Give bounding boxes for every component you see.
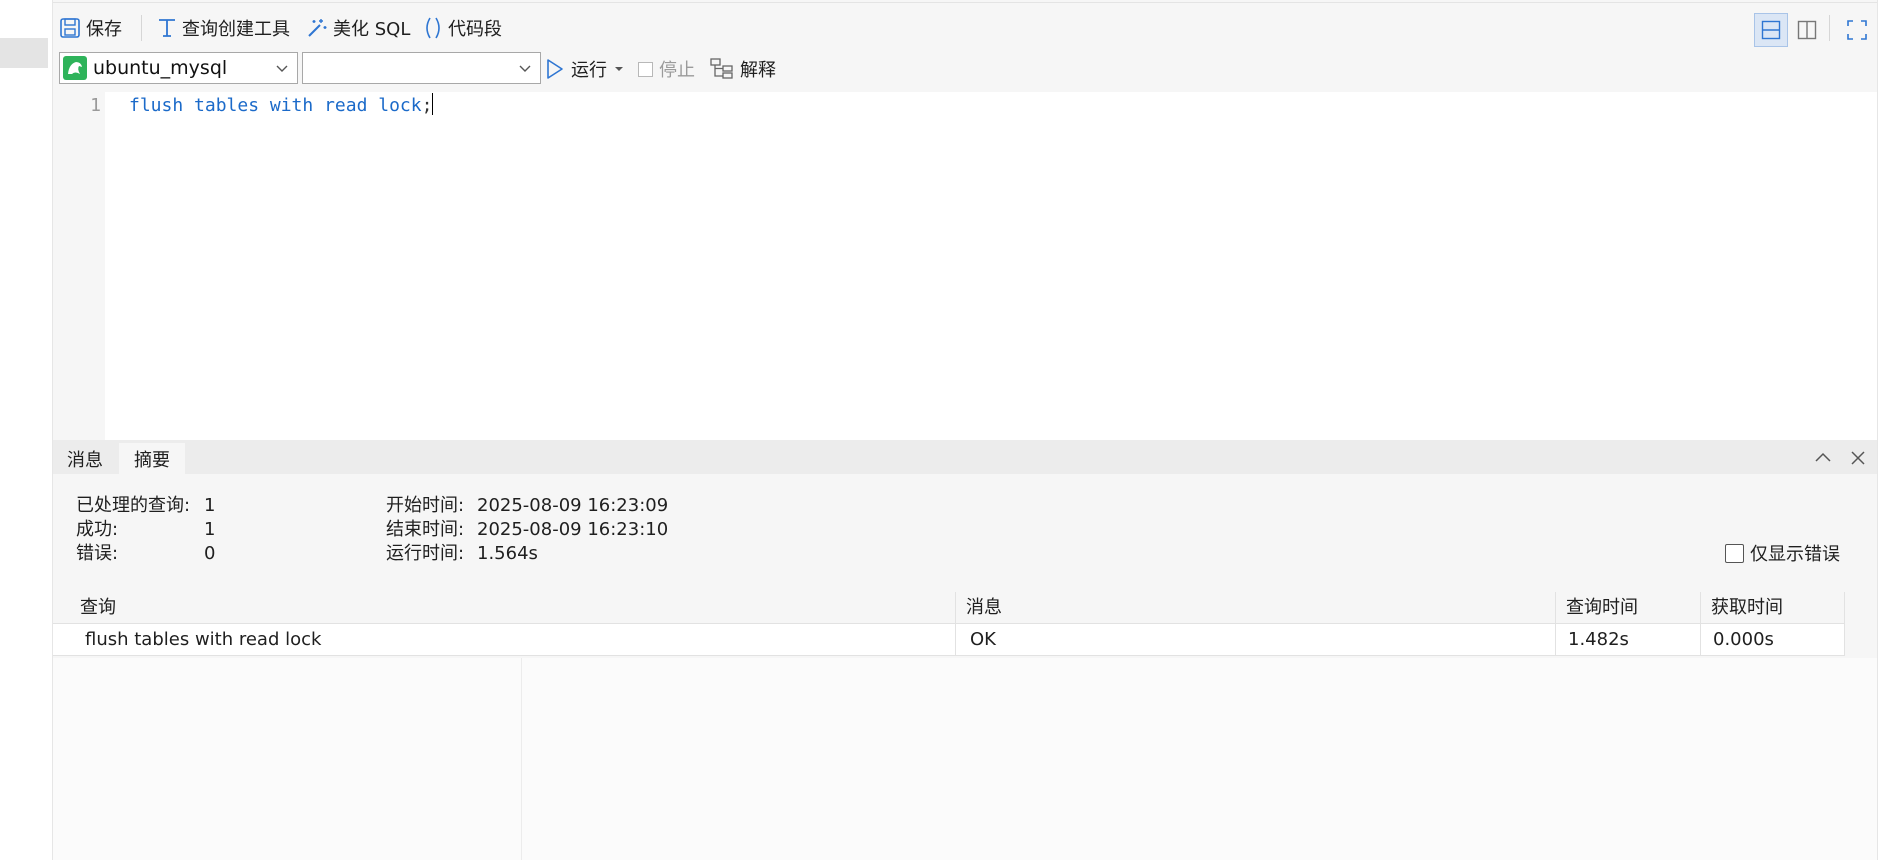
run-label: 运行 bbox=[571, 60, 607, 81]
play-icon bbox=[547, 59, 563, 79]
processed-queries-label: 已处理的查询: bbox=[76, 495, 191, 516]
column-header-query-time[interactable]: 查询时间 bbox=[1556, 592, 1701, 623]
connection-toolbar: ubuntu_mysql 运行 停止 解释 bbox=[53, 52, 1877, 90]
grid-empty-area bbox=[53, 658, 1877, 860]
beautify-sql-button[interactable]: 美化 SQL bbox=[306, 3, 410, 53]
magic-wand-icon bbox=[308, 19, 327, 37]
column-header-message[interactable]: 消息 bbox=[956, 592, 1556, 623]
line-number: 1 bbox=[90, 95, 101, 116]
save-label: 保存 bbox=[86, 19, 122, 40]
close-panel-icon[interactable] bbox=[1848, 448, 1868, 468]
toolbar-separator bbox=[141, 15, 142, 41]
query-builder-label: 查询创建工具 bbox=[182, 19, 290, 40]
sql-statement: flush tables with read lock bbox=[129, 95, 422, 116]
fullscreen-icon bbox=[1847, 20, 1867, 40]
end-time-value: 2025-08-09 16:23:10 bbox=[477, 519, 669, 540]
sidebar-selected-item[interactable] bbox=[0, 38, 48, 68]
tab-summary[interactable]: 摘要 bbox=[119, 443, 185, 474]
code-snippet-label: 代码段 bbox=[448, 19, 502, 40]
cell-query-time[interactable]: 1.482s bbox=[1556, 624, 1701, 655]
explain-tree-icon bbox=[710, 58, 733, 79]
database-select[interactable] bbox=[302, 52, 541, 84]
left-sidebar-strip bbox=[0, 0, 53, 860]
cell-fetch-time[interactable]: 0.000s bbox=[1701, 624, 1845, 655]
only-show-errors-label: 仅显示错误 bbox=[1750, 544, 1840, 565]
statement-terminator: ; bbox=[421, 95, 433, 116]
split-vertical-view-button[interactable] bbox=[1790, 13, 1824, 47]
grid-divider bbox=[521, 658, 522, 860]
start-time-label: 开始时间: bbox=[386, 495, 465, 516]
run-dropdown-arrow[interactable] bbox=[614, 52, 624, 86]
errors-value: 0 bbox=[204, 543, 216, 564]
summary-section: 已处理的查询: 1 成功: 1 错误: 0 开始时间: 2025-08-09 1… bbox=[53, 474, 1877, 586]
collapse-panel-icon[interactable] bbox=[1813, 448, 1833, 468]
summary-grid: 查询 消息 查询时间 获取时间 flush tables with read l… bbox=[53, 592, 1845, 656]
chevron-down-icon bbox=[276, 65, 288, 72]
split-horizontal-view-button[interactable] bbox=[1754, 13, 1788, 47]
runtime-value: 1.564s bbox=[477, 543, 538, 564]
beautify-sql-label: 美化 SQL bbox=[333, 19, 411, 40]
only-show-errors-toggle[interactable]: 仅显示错误 bbox=[1725, 540, 1840, 566]
code-line[interactable]: flush tables with read lock; bbox=[129, 92, 434, 120]
mysql-dolphin-icon bbox=[63, 56, 87, 80]
column-header-query[interactable]: 查询 bbox=[53, 592, 956, 623]
connection-select[interactable]: ubuntu_mysql bbox=[59, 52, 298, 84]
split-vertical-icon bbox=[1797, 20, 1817, 40]
split-horizontal-icon bbox=[1761, 20, 1781, 40]
query-editor-window: 保存 查询创建工具 美化 SQL 代码段 ubuntu_mysql 运行 停止 … bbox=[53, 0, 1877, 860]
main-toolbar: 保存 查询创建工具 美化 SQL 代码段 bbox=[53, 2, 1877, 53]
errors-label: 错误: bbox=[76, 543, 119, 564]
tab-messages[interactable]: 消息 bbox=[53, 443, 117, 474]
text-cursor bbox=[432, 93, 434, 115]
connection-value: ubuntu_mysql bbox=[93, 57, 228, 79]
toolbar-separator bbox=[1829, 15, 1830, 41]
start-time-value: 2025-08-09 16:23:09 bbox=[477, 495, 669, 516]
grid-header-row: 查询 消息 查询时间 获取时间 bbox=[53, 592, 1845, 624]
explain-button[interactable]: 解释 bbox=[710, 52, 776, 86]
parentheses-icon bbox=[426, 17, 440, 39]
caret-down-icon bbox=[615, 67, 623, 71]
success-value: 1 bbox=[204, 519, 216, 540]
end-time-label: 结束时间: bbox=[386, 519, 465, 540]
query-builder-icon bbox=[159, 19, 175, 37]
right-sidebar-strip bbox=[1877, 0, 1895, 860]
floppy-disk-icon bbox=[60, 18, 80, 38]
fullscreen-button[interactable] bbox=[1840, 13, 1874, 47]
runtime-label: 运行时间: bbox=[386, 543, 465, 564]
chevron-down-icon bbox=[519, 65, 531, 72]
line-number-gutter: 1 bbox=[53, 92, 105, 440]
stop-button[interactable]: 停止 bbox=[638, 52, 695, 86]
code-snippet-button[interactable]: 代码段 bbox=[423, 3, 502, 53]
save-button[interactable]: 保存 bbox=[59, 3, 122, 53]
sql-editor[interactable]: 1 flush tables with read lock; bbox=[53, 92, 1877, 440]
explain-label: 解释 bbox=[740, 60, 776, 81]
results-tab-bar: 消息 摘要 bbox=[53, 440, 1877, 474]
cell-query[interactable]: flush tables with read lock bbox=[53, 624, 956, 655]
processed-queries-value: 1 bbox=[204, 495, 216, 516]
stop-label: 停止 bbox=[659, 60, 695, 81]
column-header-fetch-time[interactable]: 获取时间 bbox=[1701, 592, 1845, 623]
stop-icon bbox=[638, 61, 653, 77]
success-label: 成功: bbox=[76, 519, 119, 540]
only-show-errors-checkbox[interactable] bbox=[1725, 543, 1744, 563]
table-row[interactable]: flush tables with read lock OK 1.482s 0.… bbox=[53, 624, 1845, 656]
cell-message[interactable]: OK bbox=[956, 624, 1556, 655]
query-builder-button[interactable]: 查询创建工具 bbox=[157, 3, 290, 53]
run-button[interactable]: 运行 bbox=[545, 52, 607, 86]
